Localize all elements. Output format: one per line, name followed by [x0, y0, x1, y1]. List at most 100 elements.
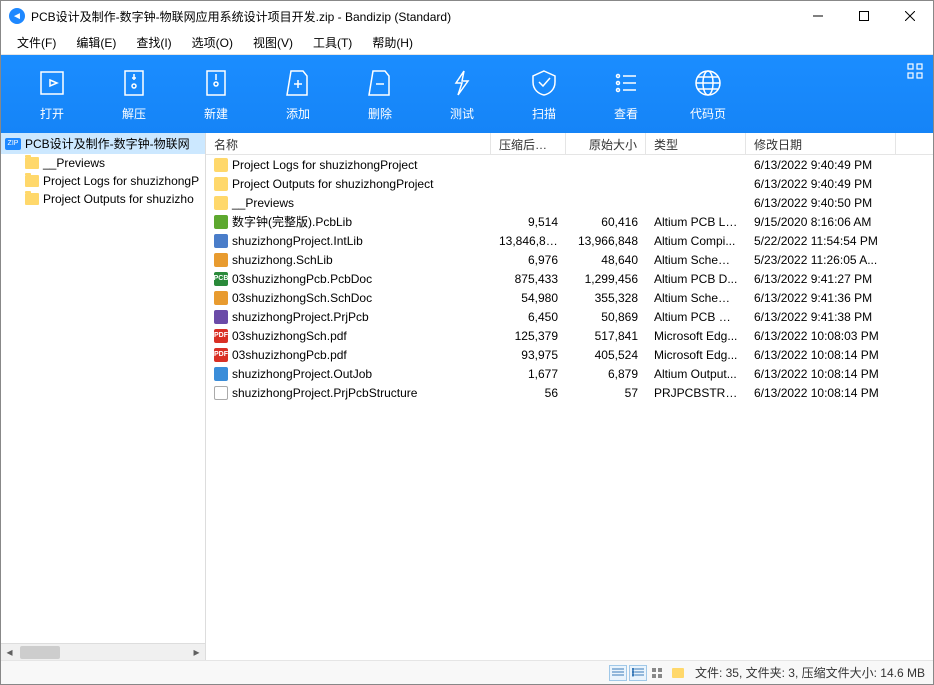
add-button[interactable]: 添加 [257, 55, 339, 133]
table-row[interactable]: Project Outputs for shuzizhongProject6/1… [206, 174, 933, 193]
cell-original: 355,328 [566, 291, 646, 305]
status-view-icons [609, 665, 687, 681]
zip-icon: ZIP [5, 138, 21, 150]
cell-type: Altium PCB D... [646, 272, 746, 286]
cell-compressed: 93,975 [491, 348, 566, 362]
tree-item[interactable]: Project Logs for shuzizhongP [1, 172, 205, 190]
cell-original: 6,879 [566, 367, 646, 381]
table-row[interactable]: shuzizhongProject.OutJob1,6776,879Altium… [206, 364, 933, 383]
cell-original: 48,640 [566, 253, 646, 267]
table-row[interactable]: PCB03shuzizhongPcb.PcbDoc875,4331,299,45… [206, 269, 933, 288]
cell-date: 6/13/2022 9:41:38 PM [746, 310, 896, 324]
table-row[interactable]: 03shuzizhongSch.SchDoc54,980355,328Altiu… [206, 288, 933, 307]
cell-date: 5/23/2022 11:26:05 A... [746, 253, 896, 267]
table-row[interactable]: 数字钟(完整版).PcbLib9,51460,416Altium PCB Li.… [206, 212, 933, 231]
sch-icon [214, 253, 228, 267]
cell-type: Microsoft Edg... [646, 348, 746, 362]
cell-date: 5/22/2022 11:54:54 PM [746, 234, 896, 248]
cell-type: PRJPCBSTRUC... [646, 386, 746, 400]
settings-icon[interactable] [907, 63, 923, 79]
column-name[interactable]: 名称 [206, 133, 491, 154]
extract-button[interactable]: 解压 [93, 55, 175, 133]
tree-item[interactable]: Project Outputs for shuzizho [1, 190, 205, 208]
scroll-left-arrow[interactable]: ◂ [1, 644, 18, 661]
menu-edit[interactable]: 编辑(E) [68, 32, 124, 53]
table-row[interactable]: shuzizhong.SchLib6,97648,640Altium Schem… [206, 250, 933, 269]
view-list-icon[interactable] [629, 665, 647, 681]
file-name: shuzizhongProject.OutJob [232, 367, 372, 381]
open-button[interactable]: 打开 [11, 55, 93, 133]
file-name: shuzizhongProject.IntLib [232, 234, 363, 248]
scroll-right-arrow[interactable]: ▸ [188, 644, 205, 661]
tree-item-label: Project Outputs for shuzizho [43, 192, 194, 206]
cell-date: 6/13/2022 9:40:49 PM [746, 158, 896, 172]
menu-file[interactable]: 文件(F) [9, 32, 64, 53]
cell-compressed: 13,846,801 [491, 234, 566, 248]
view-button[interactable]: 查看 [585, 55, 667, 133]
table-row[interactable]: Project Logs for shuzizhongProject 6/13/2… [206, 155, 933, 174]
table-row[interactable]: __Previews6/13/2022 9:40:50 PM [206, 193, 933, 212]
maximize-button[interactable] [841, 1, 887, 31]
menu-help[interactable]: 帮助(H) [364, 32, 421, 53]
table-row[interactable]: shuzizhongProject.PrjPcbStructure5657PRJ… [206, 383, 933, 402]
file-name: Project Logs for shuzizhongProject [232, 158, 417, 172]
tree-item-label: __Previews [43, 156, 105, 170]
new-button[interactable]: 新建 [175, 55, 257, 133]
window-controls [795, 1, 933, 31]
table-row[interactable]: PDF03shuzizhongPcb.pdf93,975405,524Micro… [206, 345, 933, 364]
view-details-icon[interactable] [609, 665, 627, 681]
cell-type: Altium Compi... [646, 234, 746, 248]
cell-name: 数字钟(完整版).PcbLib [206, 213, 491, 230]
codepage-button[interactable]: 代码页 [667, 55, 749, 133]
folder-icon [214, 196, 228, 210]
column-type[interactable]: 类型 [646, 133, 746, 154]
new-icon [200, 67, 232, 99]
out-icon [214, 367, 228, 381]
table-row[interactable]: shuzizhongProject.IntLib13,846,80113,966… [206, 231, 933, 250]
cell-name: Project Logs for shuzizhongProject [206, 158, 491, 172]
column-original[interactable]: 原始大小 [566, 133, 646, 154]
menu-tool[interactable]: 工具(T) [305, 32, 360, 53]
menu-option[interactable]: 选项(O) [184, 32, 241, 53]
cell-date: 6/13/2022 10:08:03 PM [746, 329, 896, 343]
scan-button[interactable]: 扫描 [503, 55, 585, 133]
scan-icon [528, 67, 560, 99]
tree-horizontal-scrollbar[interactable]: ◂ ▸ [1, 643, 205, 660]
delete-icon [364, 67, 396, 99]
pdf-icon: PDF [214, 348, 228, 362]
tree-pane: ZIP PCB设计及制作-数字钟-物联网 __Previews Project L… [1, 133, 206, 660]
toolbar: 打开 解压 新建 添加 删除 测试 扫描 查看 [1, 55, 933, 133]
cell-original: 60,416 [566, 215, 646, 229]
lib-icon [214, 234, 228, 248]
folder-icon [214, 158, 228, 172]
test-button[interactable]: 测试 [421, 55, 503, 133]
menu-find[interactable]: 查找(I) [128, 32, 179, 53]
column-compressed[interactable]: 压缩后大小 [491, 133, 566, 154]
cell-type: Altium Schem... [646, 291, 746, 305]
file-icon [214, 386, 228, 400]
cell-name: Project Outputs for shuzizhongProject [206, 177, 491, 191]
column-modified[interactable]: 修改日期 [746, 133, 896, 154]
folder-icon [25, 157, 39, 169]
table-row[interactable]: shuzizhongProject.PrjPcb6,45050,869Altiu… [206, 307, 933, 326]
status-folder-icon[interactable] [669, 665, 687, 681]
file-name: 03shuzizhongSch.pdf [232, 329, 347, 343]
tree-item-label: Project Logs for shuzizhongP [43, 174, 199, 188]
cell-name: 03shuzizhongSch.SchDoc [206, 291, 491, 305]
menu-view[interactable]: 视图(V) [245, 32, 301, 53]
delete-button[interactable]: 删除 [339, 55, 421, 133]
tree-item[interactable]: __Previews [1, 154, 205, 172]
scrollbar-thumb[interactable] [20, 646, 60, 659]
table-row[interactable]: PDF03shuzizhongSch.pdf125,379517,841Micr… [206, 326, 933, 345]
cell-date: 6/13/2022 9:41:36 PM [746, 291, 896, 305]
tree-root[interactable]: ZIP PCB设计及制作-数字钟-物联网 [1, 133, 205, 154]
cell-type: Microsoft Edg... [646, 329, 746, 343]
minimize-button[interactable] [795, 1, 841, 31]
file-name: Project Outputs for shuzizhongProject [232, 177, 433, 191]
cell-original: 405,524 [566, 348, 646, 362]
extract-icon [118, 67, 150, 99]
status-text: 文件: 35, 文件夹: 3, 压缩文件大小: 14.6 MB [695, 664, 925, 681]
view-icons-icon[interactable] [649, 665, 667, 681]
close-button[interactable] [887, 1, 933, 31]
open-icon [36, 67, 68, 99]
